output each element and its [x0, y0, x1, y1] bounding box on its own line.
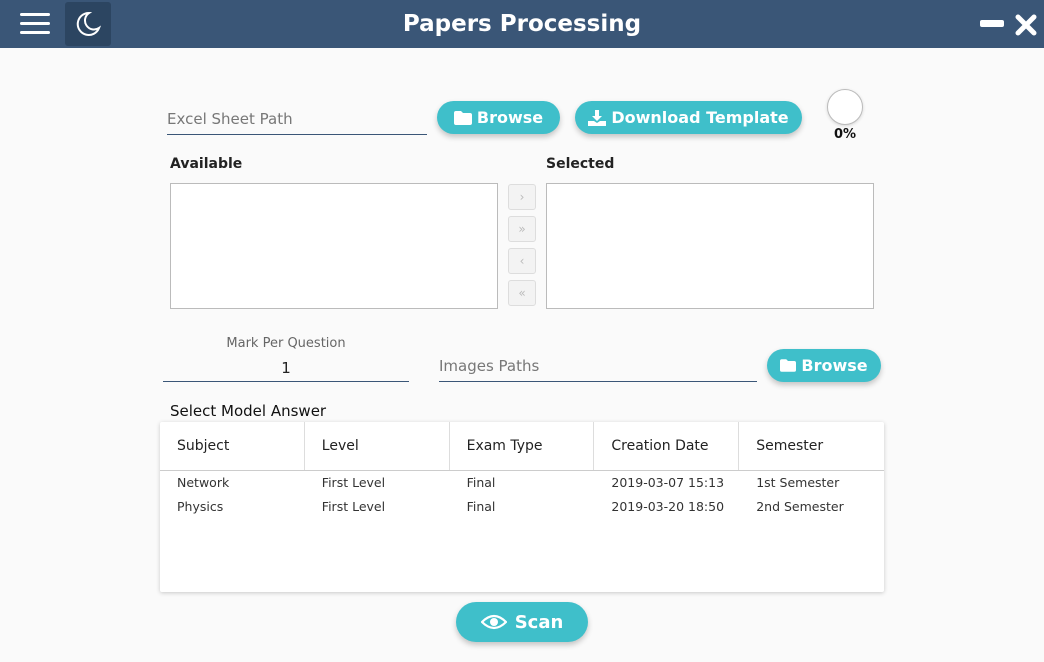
mark-per-question-input[interactable] — [163, 354, 409, 381]
available-title: Available — [170, 156, 243, 172]
cell-creation-date: 2019-03-07 15:13 — [611, 475, 725, 490]
column-header-semester[interactable]: Semester — [739, 422, 884, 470]
scan-button[interactable]: Scan — [456, 602, 588, 642]
scan-label: Scan — [514, 611, 564, 633]
cell-semester: 2nd Semester — [756, 499, 844, 514]
progress-label: 0% — [833, 127, 857, 142]
excel-path-field[interactable] — [167, 104, 427, 135]
table-row[interactable]: Network First Level Final 2019-03-07 15:… — [160, 471, 884, 495]
moon-icon — [76, 11, 101, 36]
browse-excel-button[interactable]: Browse — [437, 101, 560, 134]
browse-images-label: Browse — [801, 356, 868, 375]
download-template-button[interactable]: Download Template — [575, 101, 802, 134]
progress-circle — [827, 89, 863, 125]
cell-level: First Level — [321, 475, 386, 490]
cell-creation-date: 2019-03-20 18:50 — [611, 499, 725, 514]
folder-icon — [780, 359, 797, 372]
cell-semester: 1st Semester — [756, 475, 840, 490]
minimize-icon[interactable] — [980, 14, 1004, 34]
move-all-right-button[interactable]: » — [508, 216, 536, 242]
cell-exam-type: Final — [466, 499, 496, 514]
select-model-answer-title: Select Model Answer — [170, 402, 327, 420]
excel-path-input[interactable] — [167, 104, 427, 134]
cell-exam-type: Final — [466, 475, 496, 490]
browse-excel-label: Browse — [476, 108, 544, 127]
browse-images-button[interactable]: Browse — [767, 349, 881, 382]
hamburger-menu-icon[interactable] — [12, 8, 56, 40]
move-all-left-button[interactable]: « — [508, 280, 536, 306]
images-path-field[interactable] — [439, 351, 757, 382]
model-answer-table: Subject Level Exam Type Creation Date Se… — [160, 422, 884, 592]
close-icon[interactable] — [1013, 12, 1039, 38]
column-header-subject[interactable]: Subject — [160, 422, 305, 470]
download-icon — [588, 109, 607, 126]
eye-icon — [480, 614, 507, 630]
folder-icon — [453, 110, 472, 125]
move-left-button[interactable]: ‹ — [508, 248, 536, 274]
title-bar: Papers Processing — [0, 0, 1044, 48]
download-template-label: Download Template — [611, 108, 789, 127]
mark-per-question-field[interactable] — [163, 354, 409, 382]
move-right-button[interactable]: › — [508, 184, 536, 210]
cell-level: First Level — [321, 499, 386, 514]
table-row[interactable]: Physics First Level Final 2019-03-20 18:… — [160, 495, 884, 519]
cell-subject: Physics — [177, 499, 224, 514]
images-path-input[interactable] — [439, 351, 757, 381]
cell-subject: Network — [177, 475, 230, 490]
column-header-level[interactable]: Level — [305, 422, 450, 470]
window-title: Papers Processing — [402, 11, 642, 37]
available-list[interactable] — [170, 183, 498, 309]
selected-list[interactable] — [546, 183, 874, 309]
dark-mode-toggle[interactable] — [65, 2, 111, 46]
column-header-creation-date[interactable]: Creation Date — [594, 422, 740, 470]
table-header: Subject Level Exam Type Creation Date Se… — [160, 422, 884, 471]
selected-title: Selected — [546, 156, 615, 172]
mark-per-question-label: Mark Per Question — [226, 336, 346, 351]
column-header-exam-type[interactable]: Exam Type — [450, 422, 595, 470]
